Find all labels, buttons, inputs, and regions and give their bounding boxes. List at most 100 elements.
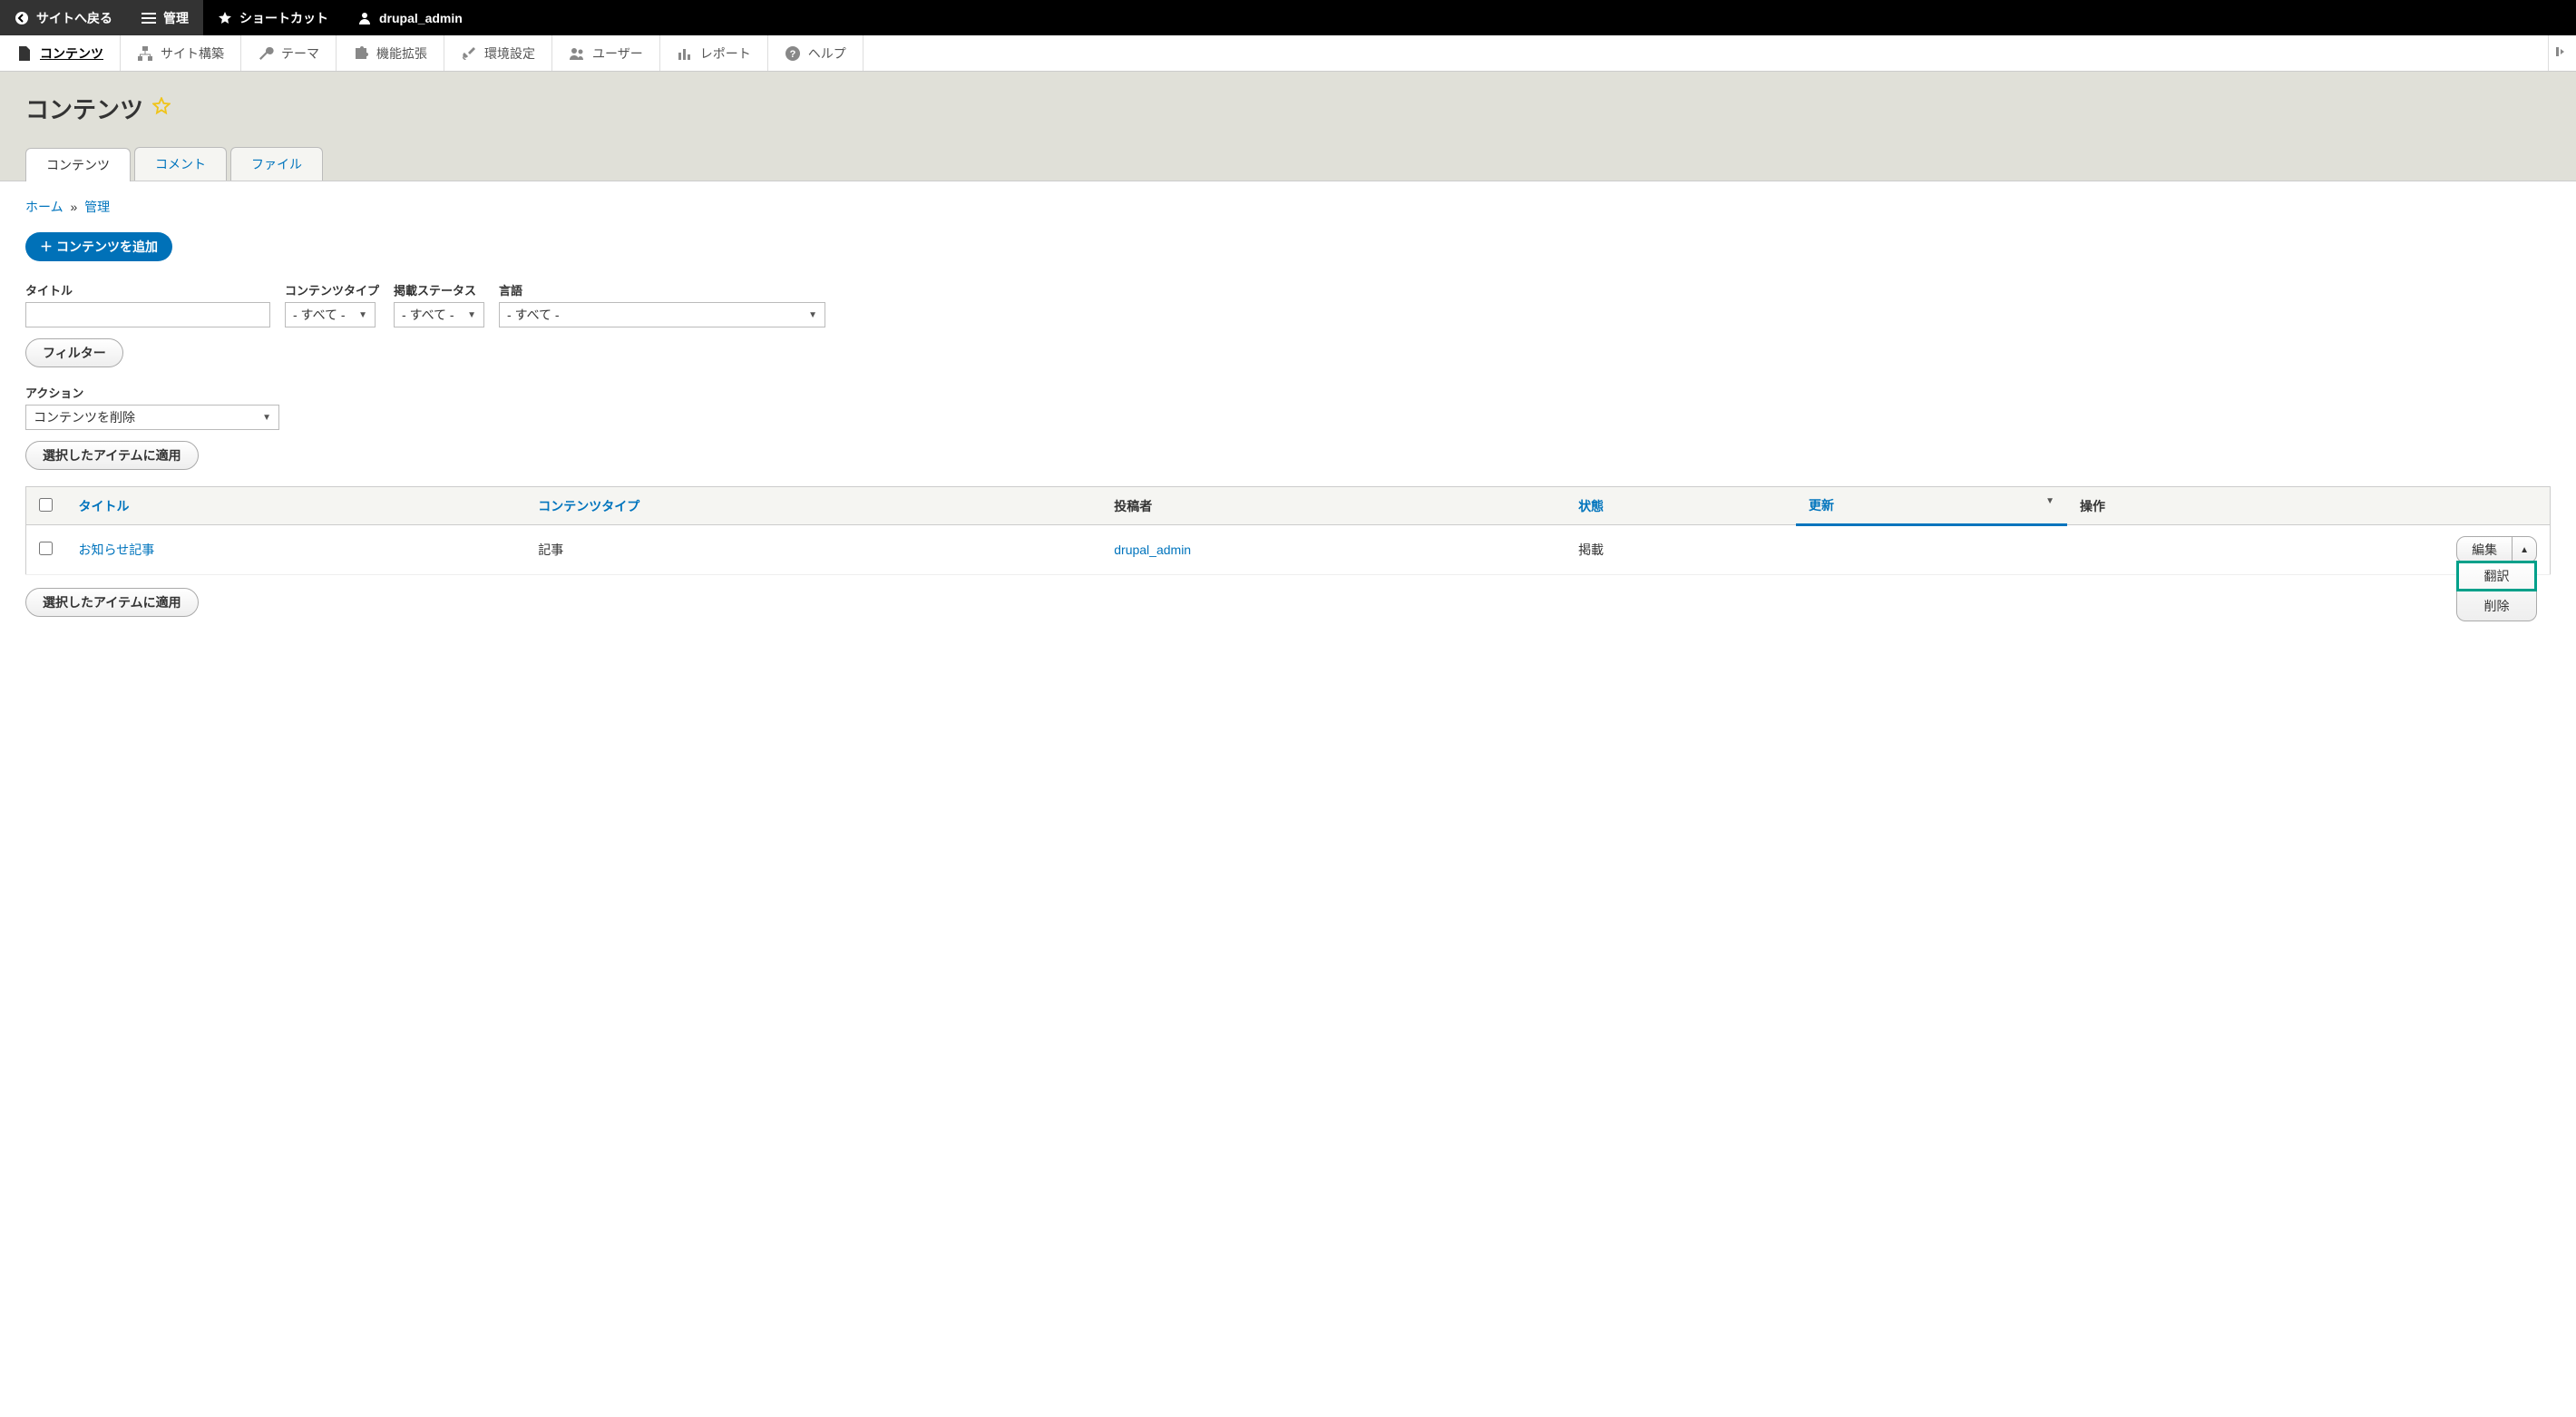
ops-delete[interactable]: 削除 bbox=[2457, 591, 2536, 621]
user-icon bbox=[357, 11, 372, 25]
chevron-up-icon: ▲ bbox=[2520, 545, 2529, 555]
svg-text:?: ? bbox=[789, 49, 795, 60]
content-table: タイトル コンテンツタイプ 投稿者 状態 更新▼ 操作 お知らせ記事 記事 dr… bbox=[25, 486, 2551, 575]
chevron-down-icon: ▼ bbox=[467, 310, 476, 320]
menu-content[interactable]: コンテンツ bbox=[0, 35, 121, 71]
toolbar-back[interactable]: サイトへ戻る bbox=[0, 0, 127, 35]
col-author: 投稿者 bbox=[1101, 487, 1566, 525]
people-icon bbox=[569, 45, 585, 62]
toolbar-shortcuts[interactable]: ショートカット bbox=[203, 0, 343, 35]
table-row: お知らせ記事 記事 drupal_admin 掲載 編集 ▲ 翻訳 削除 bbox=[26, 525, 2551, 575]
ops-edit-label: 編集 bbox=[2472, 542, 2497, 557]
orientation-icon bbox=[2556, 45, 2569, 61]
filter-button[interactable]: フィルター bbox=[25, 338, 123, 367]
toolbar-back-label: サイトへ戻る bbox=[36, 9, 112, 27]
menu-config[interactable]: 環境設定 bbox=[444, 35, 552, 71]
menu-extend[interactable]: 機能拡張 bbox=[337, 35, 444, 71]
toolbar-orientation-toggle[interactable] bbox=[2548, 35, 2576, 71]
filter-title-input[interactable] bbox=[25, 302, 270, 327]
col-status[interactable]: 状態 bbox=[1578, 499, 1604, 513]
menu-appearance[interactable]: テーマ bbox=[241, 35, 337, 71]
tab-content-label: コンテンツ bbox=[46, 158, 110, 172]
row-type: 記事 bbox=[525, 525, 1101, 575]
apply-bottom-label: 選択したアイテムに適用 bbox=[43, 595, 181, 610]
ops-translate[interactable]: 翻訳 bbox=[2457, 562, 2536, 591]
plus-icon: ＋ bbox=[40, 238, 53, 256]
apply-action-button-bottom[interactable]: 選択したアイテムに適用 bbox=[25, 588, 199, 617]
menu-reports-label: レポート bbox=[700, 44, 751, 63]
menu-config-label: 環境設定 bbox=[484, 44, 535, 63]
toolbar-manage-label: 管理 bbox=[163, 9, 189, 27]
filter-status-select[interactable]: - すべて - ▼ bbox=[394, 302, 484, 327]
breadcrumb-admin[interactable]: 管理 bbox=[84, 200, 110, 214]
ops-edit[interactable]: 編集 bbox=[2457, 537, 2513, 562]
menu-appearance-label: テーマ bbox=[281, 44, 319, 63]
col-ops: 操作 bbox=[2067, 487, 2551, 525]
action-select[interactable]: コンテンツを削除 ▼ bbox=[25, 405, 279, 430]
admin-menu: コンテンツ サイト構築 テーマ 機能拡張 環境設定 ユーザー レポート bbox=[0, 35, 2576, 72]
breadcrumb-sep: » bbox=[70, 200, 77, 214]
breadcrumb-home[interactable]: ホーム bbox=[25, 200, 63, 214]
apply-action-button-top[interactable]: 選択したアイテムに適用 bbox=[25, 441, 199, 470]
ops-dropbutton: 編集 ▲ 翻訳 削除 bbox=[2456, 536, 2537, 563]
toolbar-user[interactable]: drupal_admin bbox=[343, 0, 477, 35]
select-all-checkbox[interactable] bbox=[39, 498, 53, 512]
menu-people-label: ユーザー bbox=[592, 44, 643, 63]
filter-lang-label: 言語 bbox=[499, 281, 825, 298]
apply-top-label: 選択したアイテムに適用 bbox=[43, 448, 181, 463]
filter-type-select[interactable]: - すべて - ▼ bbox=[285, 302, 376, 327]
wrench-icon bbox=[258, 45, 274, 62]
tools-icon bbox=[461, 45, 477, 62]
hierarchy-icon bbox=[137, 45, 153, 62]
filter-type-value: - すべて - bbox=[293, 306, 346, 324]
add-content-button[interactable]: ＋ コンテンツを追加 bbox=[25, 232, 172, 261]
toolbar-top: サイトへ戻る 管理 ショートカット drupal_admin bbox=[0, 0, 2576, 35]
bar-chart-icon bbox=[677, 45, 693, 62]
ops-translate-label: 翻訳 bbox=[2484, 569, 2510, 583]
puzzle-icon bbox=[353, 45, 369, 62]
star-icon bbox=[218, 11, 232, 25]
sort-desc-icon: ▼ bbox=[2045, 496, 2054, 506]
primary-tabs: コンテンツ コメント ファイル bbox=[25, 147, 2551, 181]
tab-files-label: ファイル bbox=[251, 157, 302, 171]
toolbar-manage[interactable]: 管理 bbox=[127, 0, 203, 35]
menu-structure[interactable]: サイト構築 bbox=[121, 35, 241, 71]
tab-content[interactable]: コンテンツ bbox=[25, 148, 131, 181]
filter-type-label: コンテンツタイプ bbox=[285, 281, 379, 298]
page-title: コンテンツ bbox=[25, 92, 143, 125]
row-author-link[interactable]: drupal_admin bbox=[1114, 542, 1191, 557]
main-content: ホーム » 管理 ＋ コンテンツを追加 タイトル コンテンツタイプ - すべて … bbox=[0, 181, 2576, 633]
action-label: アクション bbox=[25, 384, 2551, 401]
row-status: 掲載 bbox=[1566, 525, 1796, 575]
ops-delete-label: 削除 bbox=[2484, 599, 2510, 613]
chevron-down-icon: ▼ bbox=[262, 413, 271, 423]
ops-toggle[interactable]: ▲ bbox=[2513, 537, 2536, 562]
tab-comments[interactable]: コメント bbox=[134, 147, 227, 181]
row-checkbox[interactable] bbox=[39, 542, 53, 555]
add-content-label: コンテンツを追加 bbox=[56, 238, 158, 256]
chevron-down-icon: ▼ bbox=[808, 310, 817, 320]
tab-files[interactable]: ファイル bbox=[230, 147, 323, 181]
filter-lang-select[interactable]: - すべて - ▼ bbox=[499, 302, 825, 327]
action-value: コンテンツを削除 bbox=[34, 408, 135, 426]
filter-status-label: 掲載ステータス bbox=[394, 281, 484, 298]
page-header: コンテンツ コンテンツ コメント ファイル bbox=[0, 72, 2576, 181]
menu-help-label: ヘルプ bbox=[808, 44, 846, 63]
menu-reports[interactable]: レポート bbox=[660, 35, 768, 71]
col-type[interactable]: コンテンツタイプ bbox=[538, 499, 639, 513]
ops-menu: 翻訳 削除 bbox=[2456, 562, 2537, 621]
menu-extend-label: 機能拡張 bbox=[376, 44, 427, 63]
row-title-link[interactable]: お知らせ記事 bbox=[79, 542, 155, 557]
chevron-left-icon bbox=[15, 11, 29, 25]
file-icon bbox=[16, 45, 33, 62]
col-title[interactable]: タイトル bbox=[79, 499, 130, 513]
filter-status-value: - すべて - bbox=[402, 306, 454, 324]
help-icon: ? bbox=[785, 45, 801, 62]
breadcrumb: ホーム » 管理 bbox=[25, 198, 2551, 216]
menu-people[interactable]: ユーザー bbox=[552, 35, 660, 71]
favorite-star-icon[interactable] bbox=[152, 97, 171, 121]
chevron-down-icon: ▼ bbox=[358, 310, 367, 320]
col-updated[interactable]: 更新▼ bbox=[1809, 498, 1834, 513]
menu-structure-label: サイト構築 bbox=[161, 44, 224, 63]
menu-help[interactable]: ? ヘルプ bbox=[768, 35, 864, 71]
